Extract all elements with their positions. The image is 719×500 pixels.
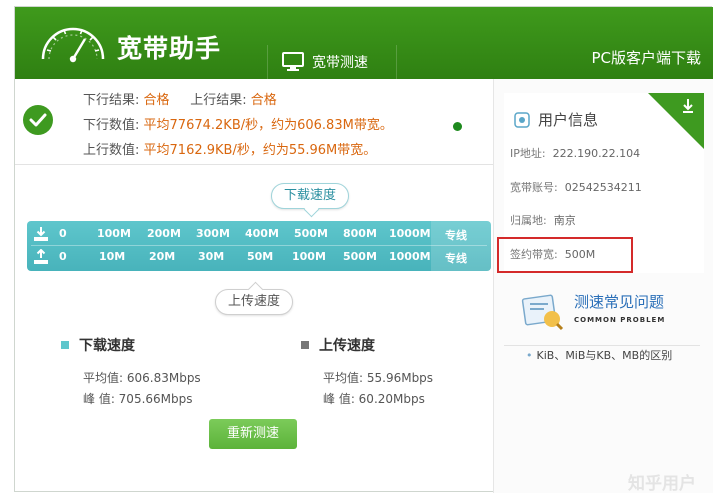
upload-peak: 峰 值: 60.20Mbps (323, 392, 425, 406)
download-corner-icon[interactable] (648, 93, 704, 149)
status-dot (453, 122, 462, 131)
down-result-value: 合格 (143, 93, 170, 108)
ip-value: 222.190.22.104 (552, 147, 641, 160)
download-legend: 下载速度 (61, 335, 135, 355)
user-info-title: 用户信息 (538, 111, 599, 129)
sidebar: 用户信息 IP地址: 222.190.22.104 宽带账号: 02542534… (493, 79, 713, 494)
faq-link-text: KiB、MiB与KB、MB的区别 (536, 349, 673, 362)
upload-tick: 10M (99, 250, 126, 263)
upload-speed-pill: 上传速度 (215, 289, 294, 315)
download-avg: 平均值: 606.83Mbps (83, 371, 201, 385)
faq-link-kib-vs-kb[interactable]: • KiB、MiB与KB、MB的区别 (526, 347, 672, 363)
up-value-line: 上行数值: 平均7162.9KB/秒，约为55.96M带宽。 (83, 139, 376, 158)
down-result-label: 下行结果: (83, 93, 140, 108)
faq-illustration-icon (521, 294, 564, 331)
account-value: 02542534211 (564, 181, 642, 194)
down-value-text: 平均77674.2KB/秒，约为606.83M带宽。 (143, 118, 393, 133)
upload-legend: 上传速度 (301, 335, 375, 355)
tab-speed-test[interactable]: 宽带测速 (267, 45, 397, 79)
location-value: 南京 (553, 214, 576, 227)
upload-tick: 100M (292, 250, 326, 263)
faq-subtitle: COMMON PROBLEM (574, 316, 666, 324)
up-result-label: 上行结果: (190, 93, 247, 108)
watermark: 知乎用户 (628, 474, 696, 494)
account-row: 宽带账号: 02542534211 (510, 179, 642, 195)
upload-icon (34, 249, 48, 264)
speed-scale-bar: 0 100M 200M 300M 400M 500M 800M 1000M 专线… (27, 221, 491, 271)
down-value-label: 下行数值: (83, 118, 140, 133)
app-window: 宽带助手 宽带测速 PC版客户端下载 下行结果: 合格 上行结果: 合格 下行数… (14, 6, 713, 494)
location-label: 归属地: (510, 214, 547, 227)
download-tick: 800M (343, 227, 377, 240)
header-bar: 宽带助手 宽带测速 PC版客户端下载 (15, 7, 713, 79)
upload-legend-title: 上传速度 (319, 338, 375, 354)
ip-row: IP地址: 222.190.22.104 (510, 145, 640, 161)
pc-download-link[interactable]: PC版客户端下载 (591, 47, 701, 68)
upload-scale-row: 0 10M 20M 30M 50M 100M 500M 1000M 专线 (27, 246, 491, 270)
download-tick: 200M (147, 227, 181, 240)
download-legend-swatch (61, 341, 69, 349)
app-title: 宽带助手 (117, 34, 222, 63)
up-value-text: 平均7162.9KB/秒，约为55.96M带宽。 (143, 143, 377, 158)
speedometer-icon (41, 27, 105, 63)
download-speed-pill: 下载速度 (271, 183, 350, 209)
download-tick: 300M (196, 227, 230, 240)
upload-tick: 0 (59, 250, 67, 263)
upload-tick: 专线 (445, 252, 467, 265)
upload-tick: 50M (247, 250, 274, 263)
upload-tick: 500M (343, 250, 377, 263)
download-scale-row: 0 100M 200M 300M 400M 500M 800M 1000M 专线 (27, 223, 491, 247)
upload-legend-swatch (301, 341, 309, 349)
upload-avg: 平均值: 55.96Mbps (323, 371, 434, 385)
result-line: 下行结果: 合格 上行结果: 合格 (83, 89, 277, 108)
download-legend-title: 下载速度 (79, 338, 135, 354)
monitor-icon (282, 52, 304, 71)
result-summary: 下行结果: 合格 上行结果: 合格 下行数值: 平均77674.2KB/秒，约为… (15, 79, 493, 165)
download-tick: 400M (245, 227, 279, 240)
tab-speed-test-label: 宽带测速 (312, 55, 368, 71)
up-value-label: 上行数值: (83, 143, 140, 158)
check-icon (23, 105, 53, 135)
user-info-header: 用户信息 (514, 109, 598, 130)
bandwidth-highlight-box (497, 237, 633, 273)
user-info-icon (514, 111, 530, 128)
up-result-value: 合格 (250, 93, 277, 108)
download-tick: 1000M (389, 227, 431, 240)
bullet-icon: • (526, 349, 533, 362)
download-tick: 0 (59, 227, 67, 240)
location-row: 归属地: 南京 (510, 212, 576, 228)
upload-tick: 30M (198, 250, 225, 263)
faq-banner[interactable]: 测速常见问题 COMMON PROBLEM (518, 289, 698, 337)
download-peak: 峰 值: 705.66Mbps (83, 392, 193, 406)
download-tick: 500M (294, 227, 328, 240)
retest-button[interactable]: 重新测速 (209, 419, 297, 449)
faq-title: 测速常见问题 (574, 293, 665, 311)
upload-tick: 20M (149, 250, 176, 263)
faq-divider (504, 345, 700, 346)
download-tick: 专线 (445, 229, 467, 242)
down-value-line: 下行数值: 平均77674.2KB/秒，约为606.83M带宽。 (83, 114, 393, 133)
ip-label: IP地址: (510, 147, 546, 160)
upload-tick: 1000M (389, 250, 431, 263)
download-icon (34, 227, 48, 241)
download-tick: 100M (97, 227, 131, 240)
speed-result-panel: 下行结果: 合格 上行结果: 合格 下行数值: 平均77674.2KB/秒，约为… (15, 79, 493, 493)
account-label: 宽带账号: (510, 181, 558, 194)
